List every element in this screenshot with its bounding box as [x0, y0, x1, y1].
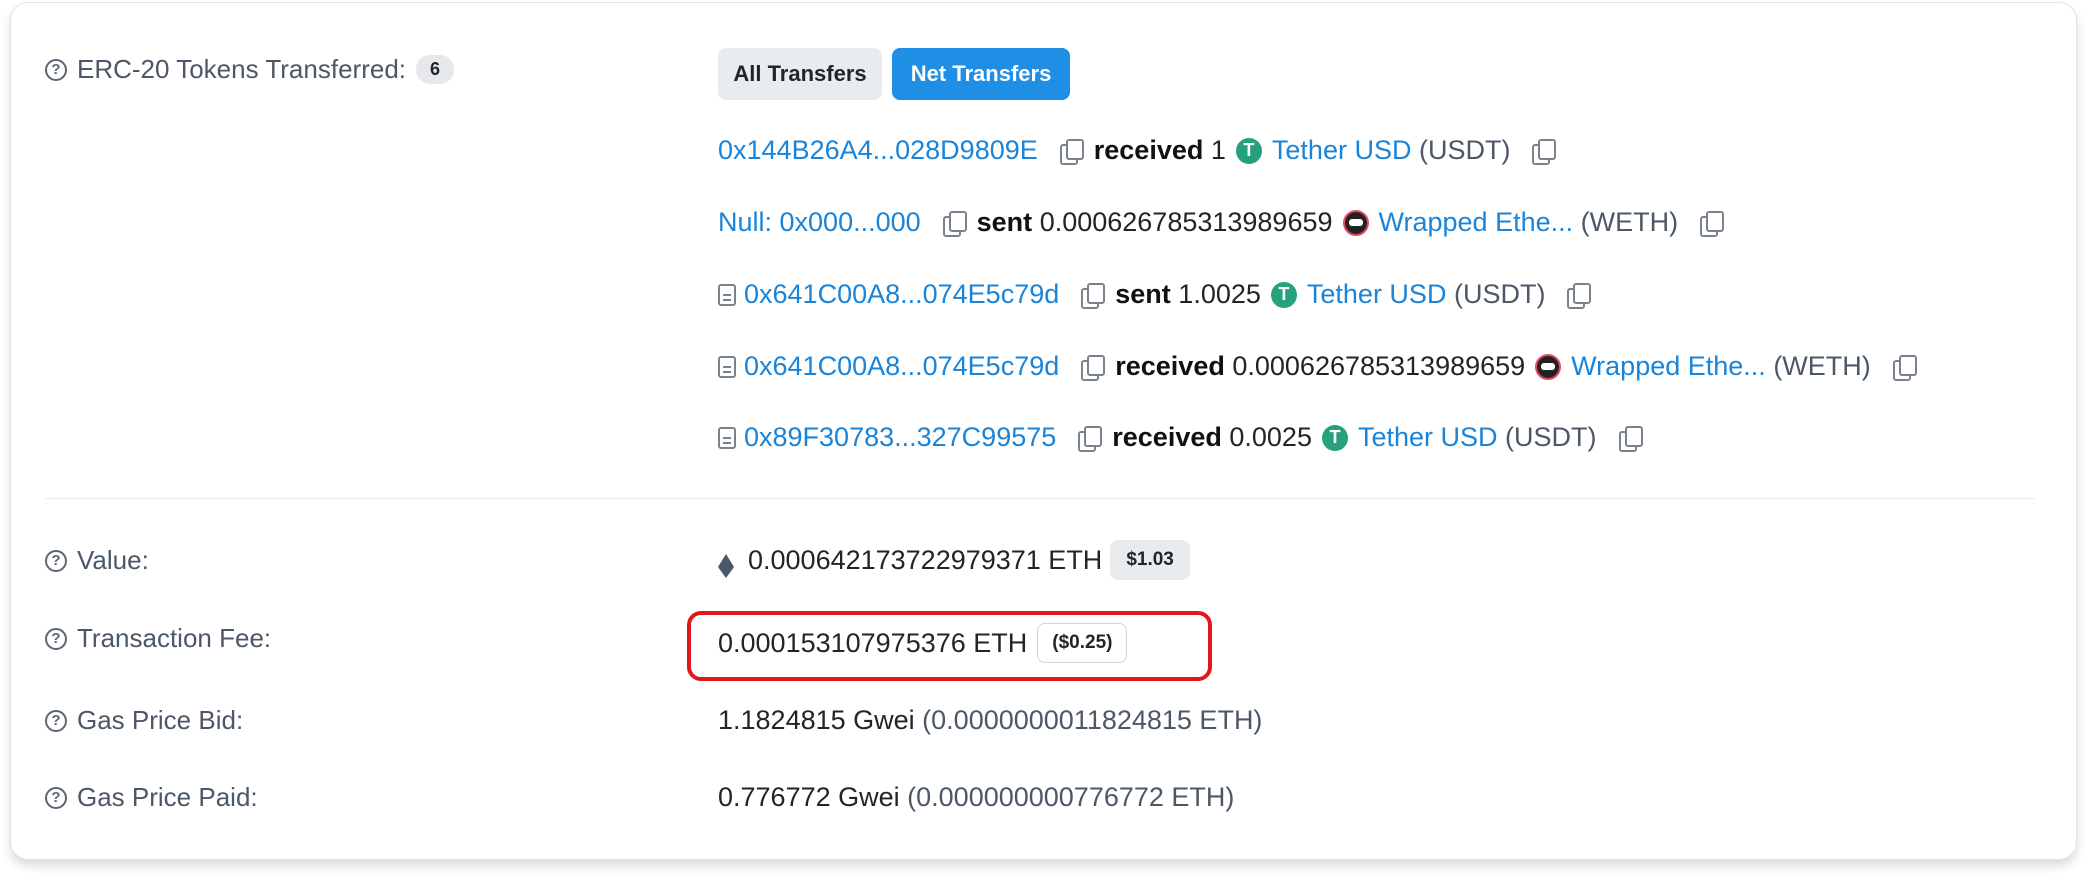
value-usd-badge: $1.03	[1110, 540, 1190, 580]
transfer-row: 0x641C00A8...074E5c79d sent 1.0025 T Tet…	[718, 279, 1601, 310]
token-symbol: (USDT)	[1505, 422, 1597, 452]
weth-icon	[1342, 209, 1369, 236]
gas-paid-gwei: 0.776772 Gwei	[718, 782, 900, 812]
tether-icon: T	[1321, 424, 1348, 451]
help-icon[interactable]: ?	[45, 58, 67, 81]
token-count-badge: 6	[416, 55, 455, 84]
transfer-row: 0x89F30783...327C99575 received 0.0025 T…	[718, 422, 1653, 453]
transfer-amount: 0.000626785313989659	[1039, 207, 1333, 237]
copy-icon[interactable]	[1700, 210, 1725, 237]
contract-file-icon	[718, 283, 736, 306]
transfer-action: received	[1112, 422, 1222, 452]
transfer-row: Null: 0x000...000 sent 0.000626785313989…	[718, 207, 1734, 238]
address-link[interactable]: 0x89F30783...327C99575	[744, 422, 1056, 453]
fee-label-row: ? Transaction Fee:	[45, 623, 271, 654]
gas-paid-eth: (0.000000000776772 ETH)	[907, 782, 1235, 812]
erc20-label: ERC-20 Tokens Transferred:	[77, 54, 406, 84]
copy-icon[interactable]	[1081, 282, 1106, 309]
copy-icon[interactable]	[1081, 354, 1106, 381]
contract-file-icon	[718, 355, 736, 378]
address-link[interactable]: Null: 0x000...000	[718, 207, 921, 238]
transfer-row: 0x641C00A8...074E5c79d received 0.000626…	[718, 351, 1927, 382]
token-symbol: (WETH)	[1773, 351, 1871, 381]
copy-icon[interactable]	[1059, 138, 1084, 165]
token-link[interactable]: Wrapped Ethe...	[1379, 207, 1574, 238]
token-symbol: (WETH)	[1580, 207, 1679, 237]
address-link[interactable]: 0x641C00A8...074E5c79d	[744, 279, 1059, 310]
transfer-amount: 0.000626785313989659	[1232, 351, 1526, 381]
transfer-amount: 1.0025	[1178, 279, 1261, 309]
help-icon[interactable]: ?	[45, 627, 67, 650]
token-symbol: (USDT)	[1453, 279, 1546, 309]
transfer-amount: 1	[1210, 135, 1226, 165]
copy-icon[interactable]	[1532, 138, 1557, 165]
address-link[interactable]: 0x641C00A8...074E5c79d	[744, 351, 1059, 382]
gas-bid-eth: (0.0000000011824815 ETH)	[922, 705, 1263, 735]
value-row: 0.000642173722979371 ETH $1.03	[718, 540, 1190, 580]
token-link[interactable]: Tether USD	[1307, 279, 1447, 310]
copy-icon[interactable]	[1078, 425, 1103, 452]
value-label: Value:	[77, 545, 149, 575]
transfer-action: received	[1093, 135, 1204, 165]
copy-icon[interactable]	[1567, 282, 1592, 309]
help-icon[interactable]: ?	[45, 549, 67, 572]
transfer-amount: 0.0025	[1229, 422, 1312, 452]
gas-bid-label-row: ? Gas Price Bid:	[45, 705, 243, 736]
value-label-row: ? Value:	[45, 545, 149, 576]
copy-icon[interactable]	[1892, 354, 1917, 381]
copy-icon[interactable]	[942, 210, 967, 237]
gas-paid-label: Gas Price Paid:	[77, 782, 258, 812]
section-divider	[45, 498, 2035, 499]
transfer-row: 0x144B26A4...028D9809E received 1 T Teth…	[718, 135, 1566, 166]
token-link[interactable]: Tether USD	[1272, 135, 1412, 166]
tether-icon: T	[1270, 281, 1297, 308]
gas-paid-label-row: ? Gas Price Paid:	[45, 782, 258, 813]
net-transfers-button[interactable]: Net Transfers	[892, 48, 1070, 100]
token-link[interactable]: Tether USD	[1358, 422, 1498, 453]
token-symbol: (USDT)	[1418, 135, 1511, 165]
copy-icon[interactable]	[1618, 425, 1643, 452]
help-icon[interactable]: ?	[45, 709, 67, 732]
transfer-action: sent	[1115, 279, 1171, 309]
gas-paid-row: 0.776772 Gwei (0.000000000776772 ETH)	[718, 782, 1234, 813]
transfer-action: received	[1115, 351, 1225, 381]
all-transfers-button[interactable]: All Transfers	[718, 48, 882, 100]
address-link[interactable]: 0x144B26A4...028D9809E	[718, 135, 1038, 166]
gas-bid-label: Gas Price Bid:	[77, 705, 244, 735]
erc20-label-row: ? ERC-20 Tokens Transferred: 6	[45, 54, 455, 85]
transfer-action: sent	[976, 207, 1033, 237]
contract-file-icon	[718, 426, 736, 449]
tether-icon: T	[1235, 137, 1262, 164]
value-amount: 0.000642173722979371 ETH	[748, 544, 1103, 575]
gas-bid-row: 1.1824815 Gwei (0.0000000011824815 ETH)	[718, 705, 1262, 736]
fee-label: Transaction Fee:	[77, 623, 272, 653]
token-link[interactable]: Wrapped Ethe...	[1571, 351, 1766, 382]
ethereum-icon	[718, 553, 734, 578]
fee-highlight-box	[687, 611, 1212, 681]
help-icon[interactable]: ?	[45, 786, 67, 809]
weth-icon	[1535, 353, 1562, 380]
gas-bid-gwei: 1.1824815 Gwei	[718, 705, 915, 735]
